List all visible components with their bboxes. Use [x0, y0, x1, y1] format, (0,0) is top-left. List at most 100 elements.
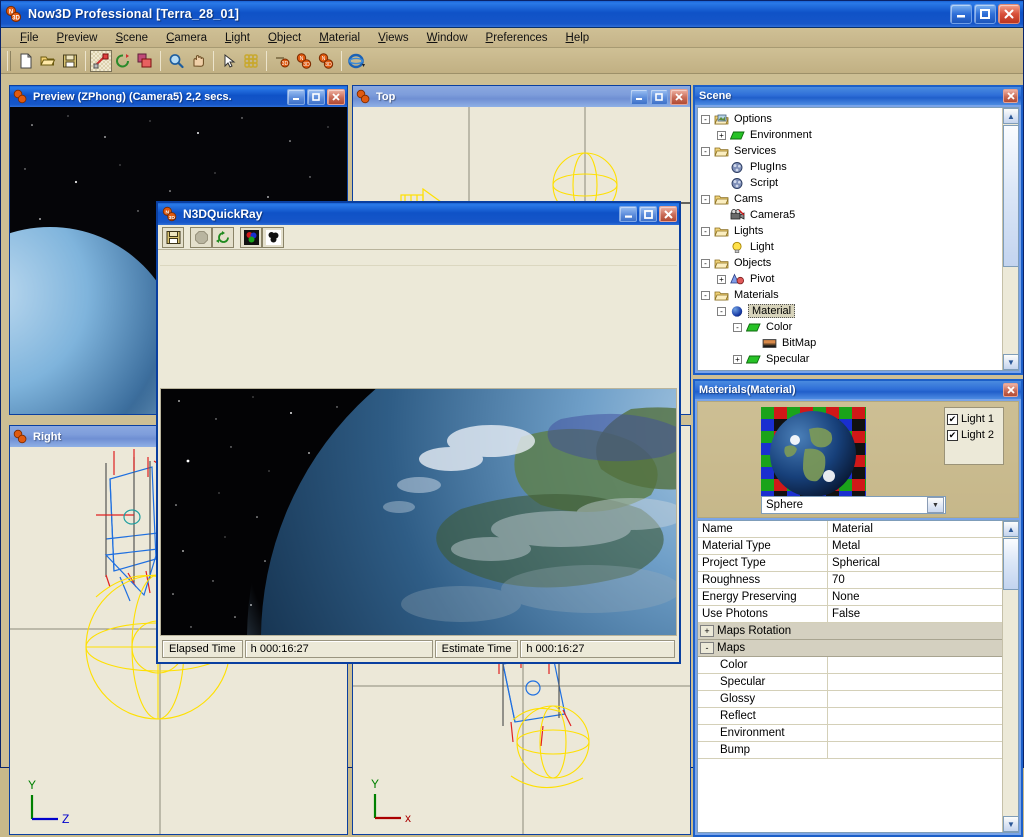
- property-row[interactable]: Project TypeSpherical: [698, 555, 1002, 572]
- property-group-row[interactable]: +Maps Rotation: [698, 623, 1002, 640]
- select-arrow-icon[interactable]: [218, 50, 240, 72]
- materials-panel-close-button[interactable]: [1003, 383, 1018, 397]
- property-row[interactable]: Material TypeMetal: [698, 538, 1002, 555]
- collapse-node-icon[interactable]: -: [701, 259, 710, 268]
- tree-node-materials[interactable]: -Materials: [701, 287, 1000, 303]
- expand-group-icon[interactable]: +: [700, 625, 714, 637]
- render-preview-icon[interactable]: 3D: [271, 50, 293, 72]
- scene-tree-scroll-up-button[interactable]: ▲: [1003, 108, 1019, 124]
- save-file-icon[interactable]: [59, 50, 81, 72]
- preview-close-button[interactable]: [327, 89, 345, 105]
- property-grid-scrollbar[interactable]: ▲ ▼: [1002, 521, 1018, 832]
- property-row[interactable]: Energy PreservingNone: [698, 589, 1002, 606]
- menu-item-file[interactable]: File: [11, 30, 48, 46]
- tree-node-specular[interactable]: +Specular: [701, 351, 1000, 367]
- tree-node-cams[interactable]: -Cams: [701, 191, 1000, 207]
- top-maximize-button[interactable]: [650, 89, 668, 105]
- rgb-channels-icon[interactable]: [240, 227, 262, 248]
- property-row[interactable]: NameMaterial: [698, 521, 1002, 538]
- collapse-node-icon[interactable]: -: [701, 195, 710, 204]
- zoom-tool-icon[interactable]: [165, 50, 187, 72]
- expand-node-icon[interactable]: +: [733, 355, 742, 364]
- map-row[interactable]: Color: [698, 657, 1002, 674]
- collapse-node-icon[interactable]: -: [701, 115, 710, 124]
- scene-panel-close-button[interactable]: [1003, 89, 1018, 103]
- alpha-channel-icon[interactable]: [262, 227, 284, 248]
- scene-tree-scroll-thumb[interactable]: [1003, 125, 1019, 267]
- menu-item-material[interactable]: Material: [310, 30, 369, 46]
- collapse-node-icon[interactable]: -: [733, 323, 742, 332]
- tree-node-environment[interactable]: +Environment: [701, 127, 1000, 143]
- menu-item-views[interactable]: Views: [369, 30, 417, 46]
- property-scroll-thumb[interactable]: [1003, 538, 1019, 590]
- scene-tree[interactable]: -Options+Environment-ServicesPlugInsScri…: [697, 107, 1019, 371]
- collapse-node-icon[interactable]: -: [701, 147, 710, 156]
- menu-item-scene[interactable]: Scene: [106, 30, 157, 46]
- tree-node-light[interactable]: Light: [701, 239, 1000, 255]
- menu-item-camera[interactable]: Camera: [157, 30, 216, 46]
- render-scene-icon[interactable]: N3D: [293, 50, 315, 72]
- material-property-grid[interactable]: NameMaterialMaterial TypeMetalProject Ty…: [697, 520, 1019, 833]
- quickray-maximize-button[interactable]: [639, 206, 657, 222]
- refresh-render-icon[interactable]: [212, 227, 234, 248]
- toolbar-grip[interactable]: [7, 51, 11, 71]
- property-value[interactable]: False: [828, 606, 1002, 622]
- open-file-icon[interactable]: [37, 50, 59, 72]
- tree-node-objects[interactable]: -Objects: [701, 255, 1000, 271]
- collapse-node-icon[interactable]: -: [701, 291, 710, 300]
- property-group-row[interactable]: -Maps: [698, 640, 1002, 657]
- tree-node-glossy[interactable]: Glossy: [701, 367, 1000, 369]
- menu-item-help[interactable]: Help: [557, 30, 599, 46]
- rotate-tool-icon[interactable]: [112, 50, 134, 72]
- map-row[interactable]: Glossy: [698, 691, 1002, 708]
- expand-node-icon[interactable]: +: [717, 275, 726, 284]
- preview-maximize-button[interactable]: [307, 89, 325, 105]
- light-2-checkbox[interactable]: ✔: [947, 430, 958, 441]
- tree-node-material[interactable]: -Material: [701, 303, 1000, 319]
- save-image-icon[interactable]: [162, 227, 184, 248]
- chevron-down-icon[interactable]: ▼: [927, 497, 944, 513]
- map-row[interactable]: Specular: [698, 674, 1002, 691]
- scale-tool-icon[interactable]: [134, 50, 156, 72]
- tree-node-script[interactable]: Script: [701, 175, 1000, 191]
- property-value[interactable]: Metal: [828, 538, 1002, 554]
- render-quickray-icon[interactable]: N3D: [315, 50, 337, 72]
- menu-item-object[interactable]: Object: [259, 30, 310, 46]
- tree-node-options[interactable]: -Options: [701, 111, 1000, 127]
- tree-node-lights[interactable]: -Lights: [701, 223, 1000, 239]
- minimize-button[interactable]: [950, 4, 972, 24]
- scene-tree-scroll-down-button[interactable]: ▼: [1003, 354, 1019, 370]
- property-scroll-up-button[interactable]: ▲: [1003, 521, 1019, 537]
- menu-item-preferences[interactable]: Preferences: [477, 30, 557, 46]
- tree-node-camera5[interactable]: Camera5: [701, 207, 1000, 223]
- map-value[interactable]: [828, 657, 1002, 673]
- scene-tree-scrollbar[interactable]: ▲ ▼: [1002, 108, 1018, 370]
- property-value[interactable]: 70: [828, 572, 1002, 588]
- top-close-button[interactable]: [670, 89, 688, 105]
- tree-node-bitmap[interactable]: BitMap: [701, 335, 1000, 351]
- preview-minimize-button[interactable]: [287, 89, 305, 105]
- map-row[interactable]: Environment: [698, 725, 1002, 742]
- top-minimize-button[interactable]: [630, 89, 648, 105]
- map-value[interactable]: [828, 708, 1002, 724]
- tree-node-color[interactable]: -Color: [701, 319, 1000, 335]
- menu-item-light[interactable]: Light: [216, 30, 259, 46]
- browser-icon[interactable]: [346, 50, 368, 72]
- property-value[interactable]: Material: [828, 521, 1002, 537]
- collapse-group-icon[interactable]: -: [700, 642, 714, 654]
- property-scroll-down-button[interactable]: ▼: [1003, 816, 1019, 832]
- pan-hand-icon[interactable]: [187, 50, 209, 72]
- quickray-render-canvas[interactable]: [160, 388, 677, 636]
- material-shape-selector[interactable]: Sphere ▼: [761, 496, 946, 514]
- map-value[interactable]: [828, 691, 1002, 707]
- property-value[interactable]: None: [828, 589, 1002, 605]
- tree-node-pivot[interactable]: +Pivot: [701, 271, 1000, 287]
- light-2-row[interactable]: ✔ Light 2: [947, 427, 1001, 443]
- map-value[interactable]: [828, 674, 1002, 690]
- material-preview-thumbnail[interactable]: [761, 407, 866, 502]
- property-value[interactable]: Spherical: [828, 555, 1002, 571]
- menu-item-preview[interactable]: Preview: [48, 30, 107, 46]
- maximize-button[interactable]: [974, 4, 996, 24]
- new-file-icon[interactable]: [15, 50, 37, 72]
- tree-node-services[interactable]: -Services: [701, 143, 1000, 159]
